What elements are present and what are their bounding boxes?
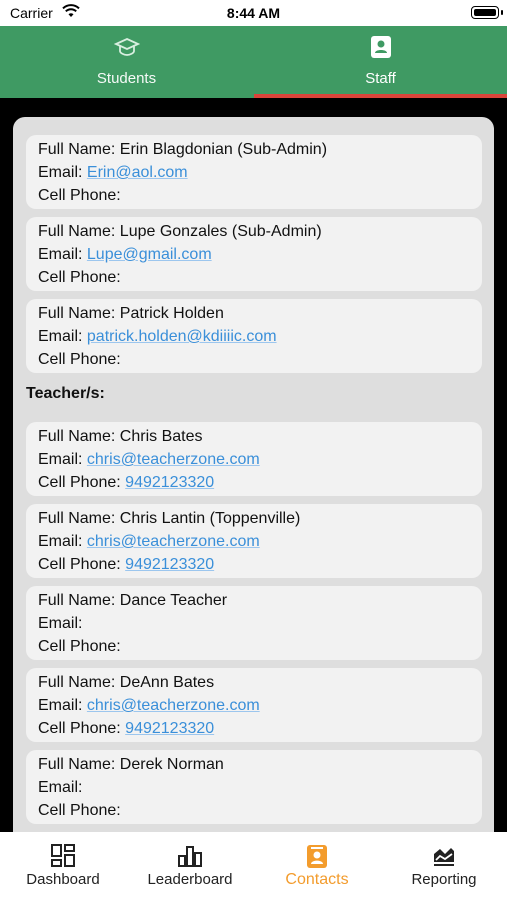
nav-reporting-label: Reporting (411, 871, 477, 888)
contacts-list[interactable]: Full Name: Erin Blagdonian (Sub-Admin) E… (13, 117, 494, 832)
nav-dashboard[interactable]: Dashboard (0, 832, 126, 900)
contact-phone-row: Cell Phone: 9492123320 (38, 471, 214, 494)
contact-email-row: Email: chris@teacherzone.com (38, 694, 260, 717)
contact-full-name: Full Name: Patrick Holden (38, 305, 224, 322)
contact-full-name: Full Name: Dance Teacher (38, 592, 228, 609)
nav-leaderboard[interactable]: Leaderboard (127, 832, 253, 900)
battery-icon (471, 6, 499, 19)
contact-phone-row: Cell Phone: (38, 348, 121, 371)
battery-tip (501, 10, 503, 15)
contact-full-name: Full Name: DeAnn Bates (38, 674, 215, 691)
contact-email-row: Email: (38, 776, 82, 799)
nav-dashboard-label: Dashboard (26, 871, 100, 888)
contact-card: Full Name: Chris Lantin (Toppenville) Em… (26, 504, 482, 578)
email-link[interactable]: chris@teacherzone.com (87, 697, 260, 714)
nav-contacts-label: Contacts (285, 871, 349, 888)
email-link[interactable]: chris@teacherzone.com (87, 533, 260, 550)
email-prefix: Email: (38, 697, 87, 714)
phone-link[interactable]: 9492123320 (125, 720, 214, 737)
contact-email-row: Email: Erin@aol.com (38, 161, 188, 184)
contact-full-name: Full Name: Lupe Gonzales (Sub-Admin) (38, 223, 322, 240)
phone-prefix: Cell Phone: (38, 474, 126, 491)
dashboard-grid-icon (50, 844, 76, 872)
nav-reporting[interactable]: Reporting (381, 832, 507, 900)
contact-card: Full Name: Lupe Gonzales (Sub-Admin) Ema… (26, 217, 482, 291)
phone-prefix: Cell Phone: (38, 720, 126, 737)
email-link[interactable]: Lupe@gmail.com (87, 246, 212, 263)
contact-card: Full Name: DeAnn Bates Email: chris@teac… (26, 668, 482, 742)
contact-email-row: Email: (38, 612, 82, 635)
reporting-icon (431, 844, 457, 872)
contact-card: Full Name: Dance Teacher Email: Cell Pho… (26, 586, 482, 660)
divider-band (0, 98, 507, 118)
contact-phone-row: Cell Phone: 9492123320 (38, 717, 214, 740)
contact-phone-row: Cell Phone: (38, 266, 121, 289)
graduation-cap-icon (113, 34, 140, 64)
email-prefix: Email: (38, 164, 87, 181)
nav-contacts[interactable]: Contacts (254, 832, 380, 900)
phone-link[interactable]: 9492123320 (125, 474, 214, 491)
contact-email-row: Email: chris@teacherzone.com (38, 530, 260, 553)
email-prefix: Email: (38, 779, 83, 796)
contact-card: Full Name: Patrick Holden Email: patrick… (26, 299, 482, 373)
contact-phone-row: Cell Phone: (38, 184, 121, 207)
clock: 8:44 AM (226, 5, 281, 21)
tab-staff-label: Staff (365, 70, 396, 87)
phone-prefix: Cell Phone: (38, 269, 121, 286)
phone-prefix: Cell Phone: (38, 638, 121, 655)
bottom-nav: Dashboard Leaderboard Contacts Reporting (0, 832, 507, 900)
contacts-book-icon (369, 34, 393, 64)
contact-card: Full Name: Chris Bates Email: chris@teac… (26, 422, 482, 496)
contacts-book-icon (305, 844, 329, 874)
phone-prefix: Cell Phone: (38, 187, 121, 204)
email-prefix: Email: (38, 328, 87, 345)
contact-email-row: Email: Lupe@gmail.com (38, 243, 212, 266)
contact-phone-row: Cell Phone: 9492123320 (38, 553, 214, 576)
contact-email-row: Email: chris@teacherzone.com (38, 448, 260, 471)
phone-prefix: Cell Phone: (38, 351, 121, 368)
teachers-heading: Teacher/s: (26, 385, 105, 402)
email-link[interactable]: patrick.holden@kdiiiic.com (87, 328, 277, 345)
email-link[interactable]: chris@teacherzone.com (87, 451, 260, 468)
phone-prefix: Cell Phone: (38, 556, 126, 573)
tab-students-label: Students (96, 70, 157, 87)
contact-phone-row: Cell Phone: (38, 635, 121, 658)
contact-full-name: Full Name: Erin Blagdonian (Sub-Admin) (38, 141, 328, 158)
email-prefix: Email: (38, 615, 83, 632)
status-bar: Carrier 8:44 AM (0, 0, 507, 26)
email-prefix: Email: (38, 533, 87, 550)
nav-leaderboard-label: Leaderboard (147, 871, 233, 888)
tab-staff[interactable]: Staff (254, 26, 507, 98)
tab-students[interactable]: Students (0, 26, 253, 98)
contact-full-name: Full Name: Derek Norman (38, 756, 224, 773)
contact-full-name: Full Name: Chris Lantin (Toppenville) (38, 510, 301, 527)
top-tab-bar: Students Staff (0, 26, 507, 98)
contact-phone-row: Cell Phone: (38, 799, 121, 822)
contact-full-name: Full Name: Chris Bates (38, 428, 203, 445)
email-prefix: Email: (38, 451, 87, 468)
bar-chart-icon (177, 844, 203, 872)
contact-email-row: Email: patrick.holden@kdiiiic.com (38, 325, 277, 348)
contact-card: Full Name: Derek Norman Email: Cell Phon… (26, 750, 482, 824)
phone-prefix: Cell Phone: (38, 802, 121, 819)
phone-link[interactable]: 9492123320 (125, 556, 214, 573)
email-link[interactable]: Erin@aol.com (87, 164, 188, 181)
contact-card: Full Name: Erin Blagdonian (Sub-Admin) E… (26, 135, 482, 209)
email-prefix: Email: (38, 246, 87, 263)
